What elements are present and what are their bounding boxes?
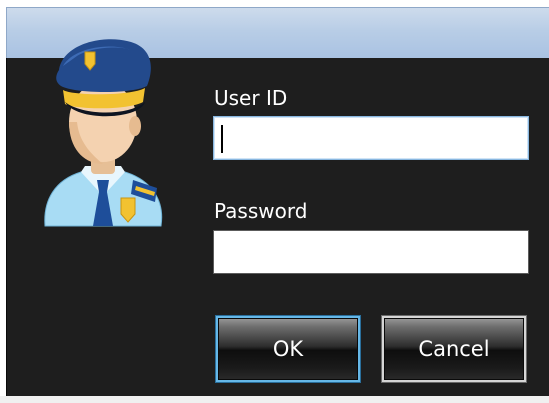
cancel-button-label: Cancel	[418, 337, 490, 361]
login-dialog: User ID Password OK Cancel	[0, 0, 549, 403]
ok-button-label: OK	[272, 337, 304, 361]
password-label: Password	[214, 199, 308, 223]
user-id-input[interactable]	[213, 116, 529, 160]
window-bottom-edge	[0, 396, 549, 403]
ok-button[interactable]: OK	[216, 316, 360, 382]
text-caret	[221, 125, 223, 153]
cancel-button[interactable]: Cancel	[382, 316, 526, 382]
user-id-label: User ID	[214, 86, 288, 110]
password-input[interactable]	[213, 230, 529, 274]
police-officer-icon	[44, 39, 163, 227]
